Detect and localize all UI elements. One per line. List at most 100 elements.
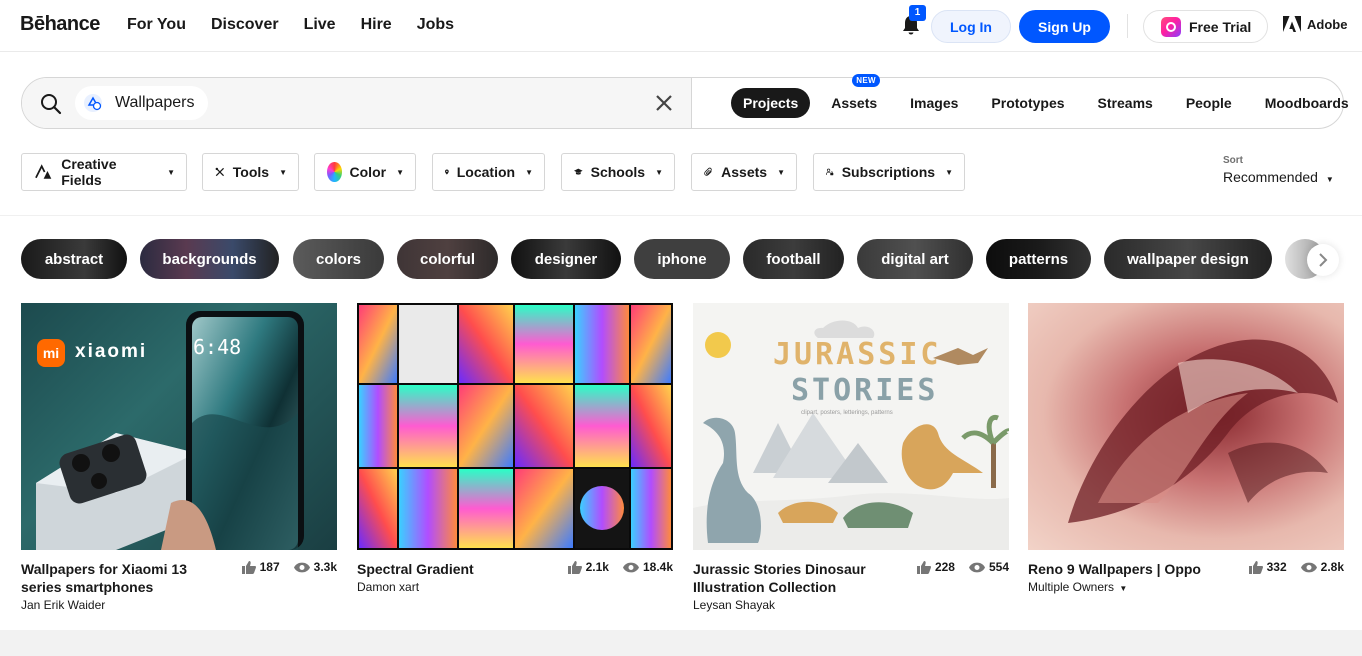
chevron-down-icon: ▼	[525, 167, 533, 177]
signup-button[interactable]: Sign Up	[1019, 10, 1110, 43]
tag-digital-art[interactable]: digital art	[857, 239, 973, 279]
sort-dropdown[interactable]: Recommended ▼	[1223, 169, 1334, 185]
creative-fields-filter[interactable]: Creative Fields ▼	[21, 153, 187, 191]
tab-prototypes[interactable]: Prototypes	[979, 88, 1076, 118]
eye-icon	[968, 562, 985, 572]
tag-backgrounds[interactable]: backgrounds	[140, 239, 279, 279]
tags-next-button[interactable]	[1307, 244, 1339, 276]
tag-wallpaper-design[interactable]: wallpaper design	[1104, 239, 1272, 279]
assets-filter[interactable]: Assets ▼	[691, 153, 797, 191]
views-count: 18.4k	[642, 560, 673, 574]
nav-discover[interactable]: Discover	[211, 16, 279, 34]
eye-icon	[1300, 562, 1317, 572]
search-bar: Wallpapers Projects Assets NEW Images Pr…	[21, 74, 1349, 129]
chevron-down-icon: ▼	[167, 167, 175, 177]
sort-value: Recommended	[1223, 169, 1318, 185]
tab-projects[interactable]: Projects	[731, 88, 811, 118]
search-query-chip[interactable]: Wallpapers	[75, 86, 209, 120]
project-card: JURASSIC STORIES clipart, posters, lette…	[693, 303, 1009, 612]
likes-stat: 2.1k	[567, 560, 609, 574]
project-stats: 187 3.3k	[241, 560, 337, 574]
nav-live[interactable]: Live	[304, 16, 336, 34]
color-filter[interactable]: Color ▼	[314, 153, 416, 191]
chevron-down-icon: ▼	[396, 167, 404, 177]
nav-jobs[interactable]: Jobs	[417, 16, 454, 34]
nav-for-you[interactable]: For You	[127, 16, 186, 34]
chevron-down-icon: ▼	[777, 167, 785, 177]
tag-patterns[interactable]: patterns	[986, 239, 1091, 279]
free-trial-button[interactable]: Free Trial	[1143, 10, 1268, 43]
views-stat: 2.8k	[1300, 560, 1344, 574]
tag-designer[interactable]: designer	[511, 239, 621, 279]
chevron-down-icon: ▼	[945, 167, 953, 177]
project-thumbnail[interactable]: mi xiaomi 6:48	[21, 303, 337, 550]
tab-streams[interactable]: Streams	[1086, 88, 1165, 118]
tag-colors[interactable]: colors	[293, 239, 384, 279]
creative-fields-label: Creative Fields	[61, 156, 117, 188]
login-button[interactable]: Log In	[931, 10, 1011, 43]
project-thumbnail[interactable]	[357, 303, 673, 550]
location-filter[interactable]: Location ▼	[432, 153, 545, 191]
clear-search-icon[interactable]	[654, 93, 674, 113]
schools-filter[interactable]: Schools ▼	[561, 153, 675, 191]
project-title[interactable]: Reno 9 Wallpapers | Oppo	[1028, 560, 1238, 578]
tools-filter[interactable]: Tools ▼	[202, 153, 299, 191]
tab-moodboards[interactable]: Moodboards	[1253, 88, 1361, 118]
likes-stat: 228	[916, 560, 955, 574]
project-title[interactable]: Jurassic Stories Dinosaur Illustration C…	[693, 560, 903, 596]
tab-assets-label: Assets	[831, 95, 878, 111]
project-owner[interactable]: Jan Erik Waider	[21, 598, 337, 612]
likes-stat: 187	[241, 560, 280, 574]
free-trial-label: Free Trial	[1189, 18, 1252, 35]
tag-football[interactable]: football	[743, 239, 844, 279]
project-search-icon	[84, 94, 102, 112]
project-title[interactable]: Wallpapers for Xiaomi 13 series smartpho…	[21, 560, 231, 596]
eye-icon	[622, 562, 639, 572]
project-owner[interactable]: Multiple Owners ▼	[1028, 580, 1344, 594]
adobe-icon	[1283, 16, 1301, 32]
project-owner[interactable]: Leysan Shayak	[693, 598, 1009, 612]
search-input[interactable]	[217, 86, 637, 120]
tab-assets[interactable]: Assets NEW	[819, 74, 889, 118]
top-navigation: Bēhance For You Discover Live Hire Jobs …	[0, 0, 1362, 52]
views-stat: 3.3k	[293, 560, 337, 574]
tag-iphone[interactable]: iphone	[634, 239, 730, 279]
behance-logo[interactable]: Bēhance	[20, 13, 100, 36]
tools-icon	[215, 167, 224, 177]
project-stats: 228 554	[916, 560, 1009, 574]
tag-colorful[interactable]: colorful	[397, 239, 498, 279]
xiaomi-brand-mark: mi	[42, 345, 60, 361]
tag-abstract[interactable]: abstract	[21, 239, 127, 279]
sort-control[interactable]: Sort Recommended ▼	[1223, 155, 1334, 185]
chevron-down-icon: ▼	[1325, 175, 1334, 184]
project-card: mi xiaomi 6:48 Wallpapers for Xiaomi 13 …	[21, 303, 337, 612]
xiaomi-phone-image	[36, 311, 304, 550]
views-count: 554	[988, 560, 1009, 574]
jurassic-subtitle: clipart, posters, letterings, patterns	[801, 410, 893, 416]
subscriptions-filter[interactable]: Subscriptions ▼	[813, 153, 965, 191]
project-thumbnail[interactable]: JURASSIC STORIES clipart, posters, lette…	[693, 303, 1009, 550]
color-wheel-icon	[327, 162, 342, 182]
search-icon	[41, 94, 62, 115]
project-card: Reno 9 Wallpapers | Oppo Multiple Owners…	[1028, 303, 1344, 594]
project-meta: Reno 9 Wallpapers | Oppo Multiple Owners…	[1028, 560, 1344, 594]
subscriptions-label: Subscriptions	[841, 164, 936, 180]
nav-hire[interactable]: Hire	[361, 16, 392, 34]
project-title[interactable]: Spectral Gradient	[357, 560, 567, 578]
project-owner[interactable]: Damon xart	[357, 580, 673, 594]
search-field-area[interactable]: Wallpapers	[22, 78, 692, 128]
footer-band	[0, 630, 1362, 656]
paperclip-icon	[704, 167, 712, 176]
chevron-down-icon: ▼	[279, 167, 287, 177]
tab-people[interactable]: People	[1174, 88, 1244, 118]
chevron-down-icon: ▼	[1119, 584, 1128, 593]
adobe-label: Adobe	[1307, 16, 1348, 32]
filter-bar: Creative Fields ▼ Tools ▼ Color ▼ Locati…	[21, 153, 981, 191]
tab-images[interactable]: Images	[898, 88, 970, 118]
chevron-down-icon: ▼	[655, 167, 663, 177]
adobe-link[interactable]: Adobe	[1283, 16, 1347, 32]
project-thumbnail[interactable]	[1028, 303, 1344, 550]
reno-fluid-image	[1068, 339, 1338, 523]
main-nav: For You Discover Live Hire Jobs	[127, 16, 479, 34]
thumbs-up-icon	[916, 560, 931, 574]
